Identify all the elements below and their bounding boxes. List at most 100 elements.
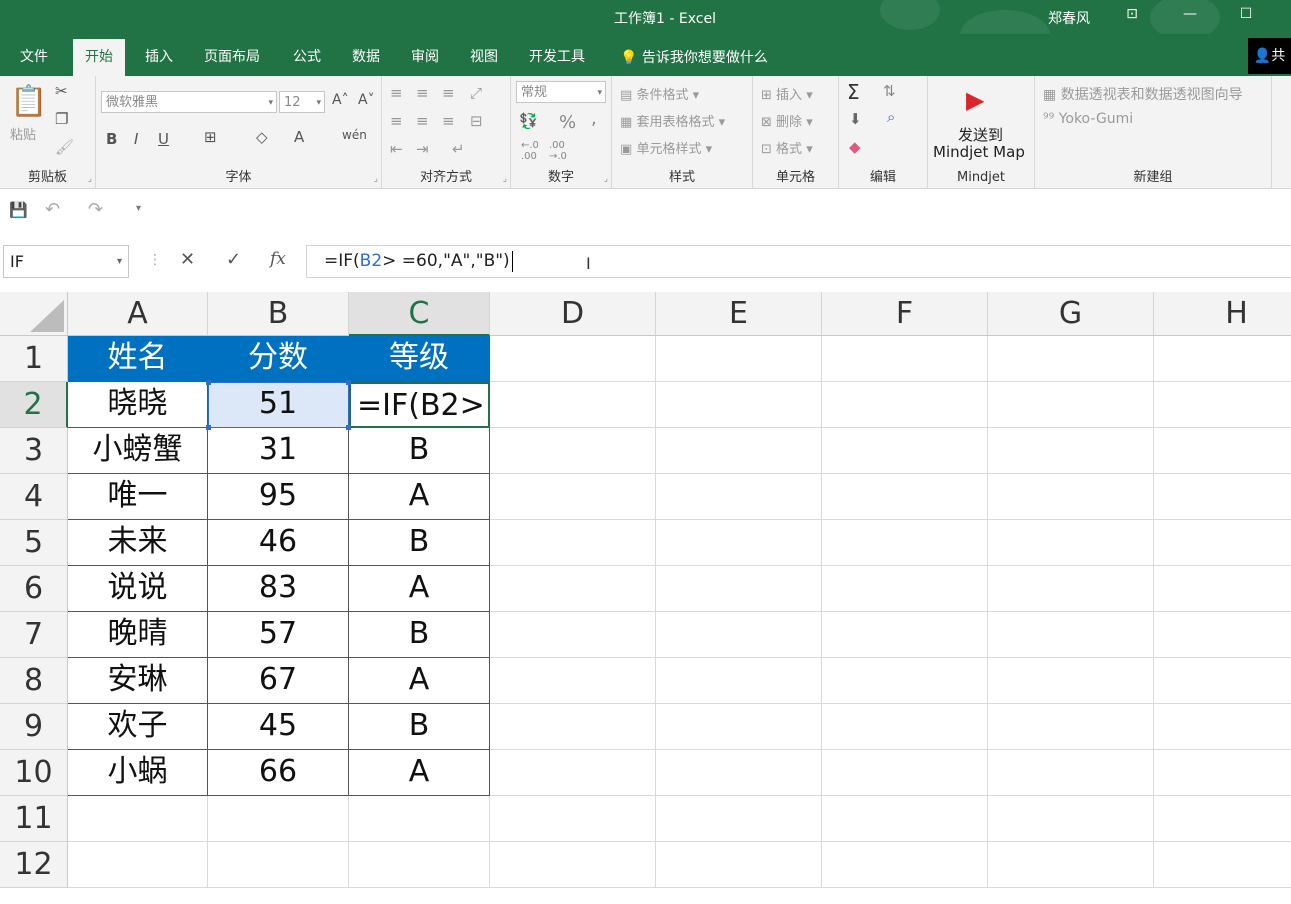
cell[interactable]: [822, 750, 988, 796]
cell[interactable]: [822, 520, 988, 566]
cell[interactable]: [822, 704, 988, 750]
column-header-g[interactable]: G: [988, 292, 1154, 336]
autosum-button[interactable]: Σ: [847, 80, 860, 104]
select-all-button[interactable]: [0, 292, 68, 336]
cell[interactable]: [656, 382, 822, 428]
cut-icon[interactable]: ✂: [55, 82, 68, 100]
row-header-10[interactable]: 10: [0, 750, 68, 796]
decrease-indent-icon[interactable]: ⇤: [390, 140, 403, 158]
tab-data[interactable]: 数据: [352, 46, 380, 66]
comma-button[interactable]: ,: [591, 108, 597, 129]
referenced-cell-b2[interactable]: 51: [208, 382, 349, 428]
cell[interactable]: [988, 612, 1154, 658]
redo-icon[interactable]: ↷: [88, 199, 103, 220]
cell[interactable]: [208, 796, 349, 842]
shrink-font-icon[interactable]: A˅: [358, 92, 375, 108]
cell[interactable]: [68, 796, 208, 842]
cell[interactable]: [490, 612, 656, 658]
tab-file[interactable]: 文件: [20, 46, 48, 66]
format-as-table-button[interactable]: ▦ 套用表格格式 ▾: [620, 111, 725, 130]
table-cell[interactable]: A: [349, 474, 490, 520]
mindjet-logo-icon[interactable]: ▶: [966, 86, 984, 114]
orientation-icon[interactable]: ⤢: [470, 84, 482, 102]
tab-view[interactable]: 视图: [470, 46, 498, 66]
active-cell-c2[interactable]: =IF(B2> =: [349, 382, 490, 428]
dialog-launcher-icon[interactable]: ⌟: [503, 174, 507, 184]
table-cell[interactable]: B: [349, 520, 490, 566]
clear-icon[interactable]: ◆: [849, 138, 861, 156]
cell[interactable]: [68, 842, 208, 888]
yoko-gumi-button[interactable]: ⁹⁹ Yoko-Gumi: [1043, 111, 1133, 127]
send-to-label[interactable]: 发送到: [958, 124, 1003, 145]
table-cell[interactable]: 31: [208, 428, 349, 474]
number-format-select[interactable]: 常规 ▾: [516, 81, 606, 103]
cell[interactable]: [656, 428, 822, 474]
row-header-5[interactable]: 5: [0, 520, 68, 566]
table-cell[interactable]: B: [349, 428, 490, 474]
formula-input[interactable]: =IF(B2> =60,"A","B"): [306, 245, 1291, 278]
conditional-formatting-button[interactable]: ▤ 条件格式 ▾: [620, 84, 699, 103]
cancel-icon[interactable]: ✕: [180, 249, 195, 270]
cell[interactable]: [822, 658, 988, 704]
tell-me-search[interactable]: 💡 告诉我你想要做什么: [620, 47, 768, 67]
table-cell[interactable]: 46: [208, 520, 349, 566]
cell[interactable]: [490, 566, 656, 612]
cell[interactable]: [490, 336, 656, 382]
customize-qat-icon[interactable]: ▾: [136, 203, 141, 214]
format-painter-icon[interactable]: 🖌: [55, 138, 74, 156]
sort-filter-icon[interactable]: ⇅: [883, 82, 896, 100]
tab-review[interactable]: 审阅: [411, 46, 439, 66]
increase-indent-icon[interactable]: ⇥: [416, 140, 429, 158]
dialog-launcher-icon[interactable]: ⌟: [88, 174, 92, 184]
font-size-select[interactable]: 12 ▾: [279, 91, 325, 113]
table-cell[interactable]: 说说: [68, 566, 208, 612]
cell[interactable]: [656, 474, 822, 520]
align-left-icon[interactable]: ≡: [390, 112, 403, 130]
table-cell[interactable]: 57: [208, 612, 349, 658]
table-cell[interactable]: 95: [208, 474, 349, 520]
cell[interactable]: [656, 612, 822, 658]
cell[interactable]: [1154, 842, 1291, 888]
table-cell[interactable]: 未来: [68, 520, 208, 566]
cell[interactable]: [656, 750, 822, 796]
percent-button[interactable]: %: [559, 112, 576, 133]
table-cell[interactable]: A: [349, 658, 490, 704]
user-name[interactable]: 郑春风: [1048, 8, 1090, 28]
mindjet-map-label[interactable]: Mindjet Map: [933, 143, 1025, 161]
cell[interactable]: [1154, 474, 1291, 520]
row-header-8[interactable]: 8: [0, 658, 68, 704]
table-cell[interactable]: 晓晓: [68, 382, 208, 428]
paste-icon[interactable]: 📋: [10, 84, 47, 119]
fill-icon[interactable]: ⬇: [849, 110, 862, 128]
row-header-12[interactable]: 12: [0, 842, 68, 888]
cell[interactable]: [1154, 336, 1291, 382]
cell[interactable]: [988, 750, 1154, 796]
cell[interactable]: [988, 658, 1154, 704]
cell[interactable]: [988, 520, 1154, 566]
cell[interactable]: [490, 474, 656, 520]
row-header-11[interactable]: 11: [0, 796, 68, 842]
cell[interactable]: [656, 520, 822, 566]
cell[interactable]: [988, 704, 1154, 750]
cell[interactable]: [988, 474, 1154, 520]
cell[interactable]: [490, 796, 656, 842]
font-name-select[interactable]: 微软雅黑 ▾: [101, 91, 277, 113]
cell[interactable]: [822, 842, 988, 888]
cell[interactable]: [1154, 796, 1291, 842]
tab-insert[interactable]: 插入: [145, 46, 173, 66]
row-header-2[interactable]: 2: [0, 382, 68, 428]
table-header-cell[interactable]: 姓名: [68, 336, 208, 382]
row-header-4[interactable]: 4: [0, 474, 68, 520]
table-cell[interactable]: 45: [208, 704, 349, 750]
copy-icon[interactable]: ❐: [55, 110, 68, 128]
cell[interactable]: [1154, 566, 1291, 612]
cell[interactable]: [490, 382, 656, 428]
tab-formulas[interactable]: 公式: [293, 46, 321, 66]
cell[interactable]: [656, 842, 822, 888]
column-header-c[interactable]: C: [349, 292, 490, 336]
table-cell[interactable]: B: [349, 704, 490, 750]
tab-page-layout[interactable]: 页面布局: [204, 46, 260, 66]
table-cell[interactable]: 晚晴: [68, 612, 208, 658]
table-cell[interactable]: 安琳: [68, 658, 208, 704]
align-center-icon[interactable]: ≡: [416, 112, 429, 130]
